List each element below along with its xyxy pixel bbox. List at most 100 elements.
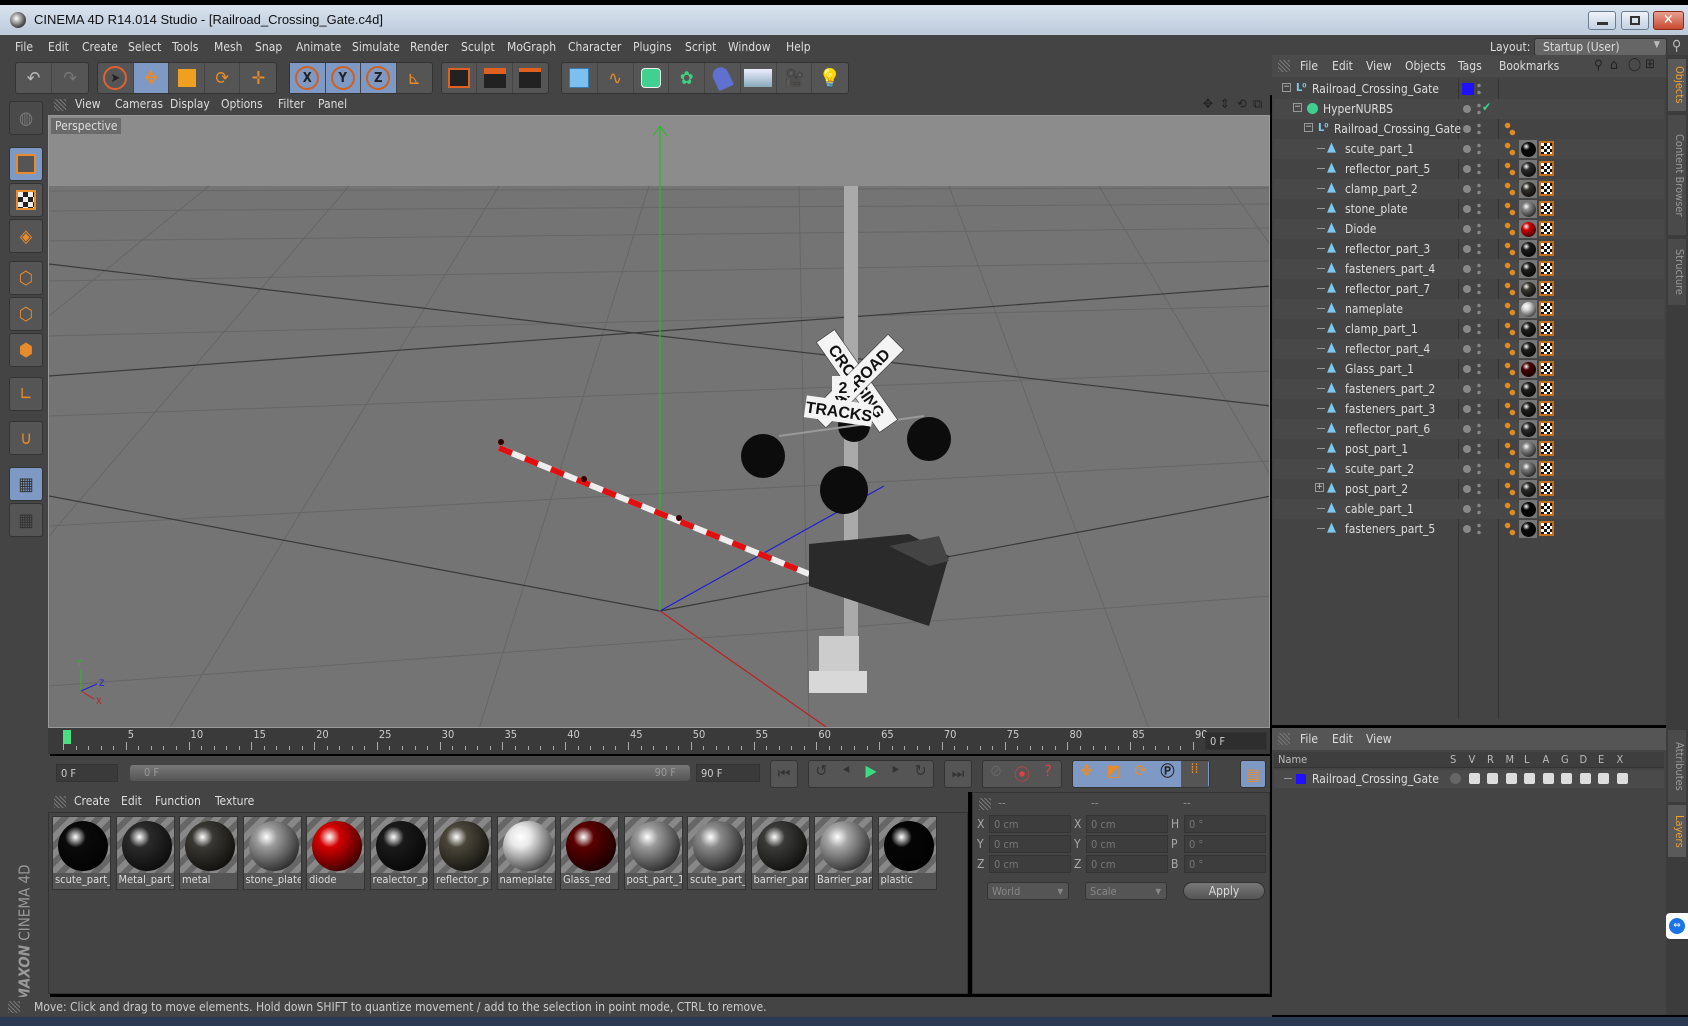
- x-axis-button[interactable]: X: [290, 63, 326, 93]
- material-swatch[interactable]: Metal_part_: [115, 816, 175, 890]
- workplane-mode-button[interactable]: ◈: [9, 219, 43, 253]
- collapse-toggle-icon[interactable]: −: [1304, 123, 1313, 132]
- render-visibility-dots[interactable]: [1477, 322, 1481, 336]
- editor-visibility-dot[interactable]: [1463, 345, 1471, 353]
- object-row[interactable]: ▲ scute_part_1: [1274, 139, 1664, 159]
- material-swatch[interactable]: reflector_p: [433, 816, 492, 890]
- editor-visibility-dot[interactable]: [1463, 505, 1471, 513]
- layer-menu-file[interactable]: File: [1300, 732, 1318, 746]
- new-window-icon[interactable]: ⊞: [1645, 57, 1655, 72]
- key-position-button[interactable]: ✥: [1073, 761, 1100, 787]
- phong-tag-icon[interactable]: [1504, 422, 1516, 436]
- side-tab[interactable]: Objects: [1668, 59, 1686, 111]
- camera-label[interactable]: Perspective: [51, 118, 122, 134]
- snap-button[interactable]: ∪: [9, 421, 43, 455]
- layer-column-header[interactable]: A: [1543, 753, 1550, 766]
- light-button[interactable]: 💡: [812, 63, 848, 93]
- material-menu-texture[interactable]: Texture: [215, 794, 254, 808]
- render-visibility-dots[interactable]: [1477, 102, 1481, 116]
- panel-grip[interactable]: [979, 798, 991, 810]
- material-tag-icon[interactable]: [1519, 500, 1537, 518]
- editor-visibility-dot[interactable]: [1463, 445, 1471, 453]
- render-settings-button[interactable]: [513, 63, 548, 93]
- floor-button[interactable]: [741, 63, 777, 93]
- editor-visibility-dot[interactable]: [1463, 365, 1471, 373]
- render-visibility-dots[interactable]: [1477, 522, 1481, 536]
- object-menu-bookmarks[interactable]: Bookmarks: [1499, 59, 1559, 73]
- editor-visibility-dot[interactable]: [1463, 405, 1471, 413]
- phong-tag-icon[interactable]: [1504, 342, 1516, 356]
- object-menu-objects[interactable]: Objects: [1405, 59, 1446, 73]
- material-tag-icon[interactable]: [1519, 240, 1537, 258]
- material-tag-icon[interactable]: [1519, 260, 1537, 278]
- phong-tag-icon[interactable]: [1504, 202, 1516, 216]
- apply-button[interactable]: Apply: [1183, 882, 1265, 900]
- material-tag-icon[interactable]: [1519, 380, 1537, 398]
- axis-mode-button[interactable]: ∟: [9, 377, 43, 411]
- rotation-field[interactable]: 0 °: [1184, 835, 1266, 853]
- phong-tag-icon[interactable]: [1504, 362, 1516, 376]
- render-visibility-dots[interactable]: [1477, 442, 1481, 456]
- uvw-tag-icon[interactable]: [1539, 161, 1554, 176]
- phong-tag-icon[interactable]: [1504, 522, 1516, 536]
- editor-visibility-dot[interactable]: [1463, 145, 1471, 153]
- material-swatch[interactable]: barrier_par: [750, 816, 810, 890]
- render-visibility-dots[interactable]: [1477, 402, 1481, 416]
- panel-grip[interactable]: [1278, 60, 1290, 72]
- position-field[interactable]: 0 cm: [989, 815, 1071, 833]
- viewport-menu-display[interactable]: Display: [170, 97, 210, 111]
- menu-file[interactable]: File: [15, 40, 33, 54]
- phong-tag-icon[interactable]: [1504, 162, 1516, 176]
- menu-script[interactable]: Script: [685, 40, 716, 54]
- layout-dropdown[interactable]: Startup (User) ▼: [1534, 38, 1667, 56]
- enabled-check-icon[interactable]: ✔: [1482, 100, 1491, 114]
- material-menu-create[interactable]: Create: [74, 794, 110, 808]
- phong-tag-icon[interactable]: [1504, 182, 1516, 196]
- deformer-button[interactable]: [705, 63, 741, 93]
- editor-visibility-dot[interactable]: [1463, 325, 1471, 333]
- object-row[interactable]: ▲ stone_plate: [1274, 199, 1664, 219]
- uvw-tag-icon[interactable]: [1539, 361, 1554, 376]
- object-row[interactable]: ▲ clamp_part_2: [1274, 179, 1664, 199]
- object-row[interactable]: ▲ Glass_part_1: [1274, 359, 1664, 379]
- phong-tag-icon[interactable]: [1504, 222, 1516, 236]
- render-visibility-dots[interactable]: [1477, 282, 1481, 296]
- phong-tag-icon[interactable]: [1504, 122, 1516, 136]
- locked-workplane-button[interactable]: ▦: [9, 467, 43, 501]
- go-to-end-button[interactable]: ⏭: [944, 760, 972, 788]
- menu-mograph[interactable]: MoGraph: [507, 40, 556, 54]
- uvw-tag-icon[interactable]: [1539, 401, 1554, 416]
- material-tag-icon[interactable]: [1519, 220, 1537, 238]
- render-visibility-dots[interactable]: [1477, 382, 1481, 396]
- phong-tag-icon[interactable]: [1504, 142, 1516, 156]
- collapse-toggle-icon[interactable]: −: [1293, 103, 1302, 112]
- object-menu-edit[interactable]: Edit: [1332, 59, 1353, 73]
- layer-deformers-toggle-icon[interactable]: [1579, 773, 1591, 784]
- cube-button[interactable]: [562, 63, 598, 93]
- editor-visibility-dot[interactable]: [1463, 425, 1471, 433]
- render-view-button[interactable]: [442, 63, 478, 93]
- editor-visibility-dot[interactable]: [1463, 185, 1471, 193]
- panel-grip[interactable]: [54, 796, 66, 808]
- editor-visibility-dot[interactable]: [1463, 245, 1471, 253]
- material-swatch[interactable]: post_part_1: [623, 816, 683, 890]
- menu-plugins[interactable]: Plugins: [633, 40, 672, 54]
- timeline-button[interactable]: ▤: [1240, 760, 1266, 788]
- uvw-tag-icon[interactable]: [1539, 501, 1554, 516]
- material-tag-icon[interactable]: [1519, 280, 1537, 298]
- previous-key-button[interactable]: ↺: [809, 761, 834, 787]
- object-row[interactable]: − L⁰ Railroad_Crossing_Gate: [1274, 119, 1664, 139]
- object-row[interactable]: ▲ post_part_1: [1274, 439, 1664, 459]
- layer-manager-toggle-icon[interactable]: [1505, 773, 1517, 784]
- orbit-icon[interactable]: ⟲: [1237, 97, 1247, 112]
- size-field[interactable]: 0 cm: [1086, 855, 1168, 873]
- render-visibility-dots[interactable]: [1477, 502, 1481, 516]
- rotate-tool-button[interactable]: ⟳: [205, 63, 241, 93]
- editor-visibility-dot[interactable]: [1463, 525, 1471, 533]
- layer-column-header[interactable]: M: [1506, 753, 1515, 766]
- side-tab[interactable]: Structure: [1668, 239, 1686, 305]
- next-frame-button[interactable]: ▸: [883, 761, 908, 787]
- layer-render-toggle-icon[interactable]: [1487, 773, 1498, 784]
- coordinate-system-button[interactable]: ⊾: [397, 63, 432, 93]
- render-picture-viewer-button[interactable]: [477, 63, 513, 93]
